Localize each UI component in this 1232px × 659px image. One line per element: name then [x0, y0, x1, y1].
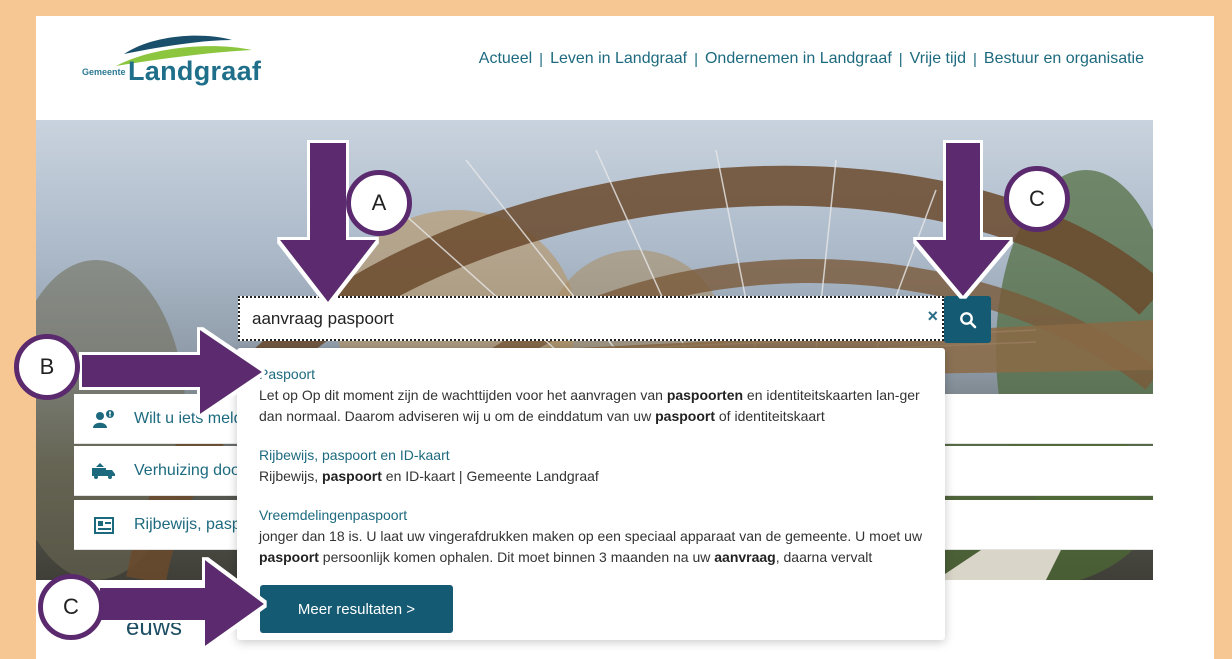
quick-link-label: Verhuizing door: [134, 461, 246, 479]
search-suggestions-dropdown: Paspoort Let op Op dit moment zijn de wa…: [237, 348, 945, 640]
result-title[interactable]: Paspoort: [259, 366, 929, 382]
search-box: ×: [238, 296, 944, 341]
site-logo[interactable]: Gemeente Landgraaf: [80, 32, 262, 102]
hero-right-margin: [1153, 120, 1214, 580]
id-card-icon: [74, 515, 134, 535]
nav-separator: |: [539, 50, 544, 68]
result-title[interactable]: Rijbewijs, paspoort en ID-kaart: [259, 447, 929, 463]
nav-actueel[interactable]: Actueel: [479, 50, 532, 68]
logo-gemeente-text: Gemeente: [82, 67, 126, 77]
search-input[interactable]: [252, 298, 912, 339]
nav-bestuur[interactable]: Bestuur en organisatie: [984, 50, 1144, 68]
nav-separator: |: [694, 50, 698, 68]
result-description: Rijbewijs, paspoort en ID-kaart | Gemeen…: [259, 468, 599, 484]
nav-ondernemen[interactable]: Ondernemen in Landgraaf: [705, 50, 892, 68]
site-header: Gemeente Landgraaf Actueel | Leven in La…: [36, 16, 1214, 120]
logo-landgraaf-text: Landgraaf: [128, 56, 262, 86]
search-icon: [959, 311, 976, 328]
more-results-button[interactable]: Meer resultaten >: [260, 585, 453, 633]
result-title[interactable]: Vreemdelingenpaspoort: [259, 507, 929, 523]
search-button[interactable]: [944, 296, 991, 343]
page: Gemeente Landgraaf Actueel | Leven in La…: [36, 16, 1214, 659]
report-person-icon: [74, 409, 134, 428]
search-result[interactable]: Paspoort Let op Op dit moment zijn de wa…: [259, 366, 929, 427]
nav-leven-in-landgraaf[interactable]: Leven in Landgraaf: [550, 50, 687, 68]
quick-link-label: Rijbewijs, paspo: [134, 515, 250, 533]
moving-truck-icon: [74, 462, 134, 479]
clear-search-icon[interactable]: ×: [927, 306, 938, 327]
main-nav: Actueel | Leven in Landgraaf | Onderneme…: [479, 50, 1144, 68]
nav-vrije-tijd[interactable]: Vrije tijd: [910, 50, 966, 68]
search-result[interactable]: Vreemdelingenpaspoort jonger dan 18 is. …: [259, 507, 929, 568]
quick-link-label: Wilt u iets meld: [134, 409, 243, 427]
nav-separator: |: [898, 50, 903, 68]
nav-separator: |: [972, 50, 977, 68]
result-description: jonger dan 18 is. U laat uw vingerafdruk…: [259, 528, 923, 565]
news-heading: euws: [126, 614, 183, 641]
result-description: Let op Op dit moment zijn de wachttijden…: [259, 387, 920, 424]
search-result[interactable]: Rijbewijs, paspoort en ID-kaart Rijbewij…: [259, 447, 929, 487]
